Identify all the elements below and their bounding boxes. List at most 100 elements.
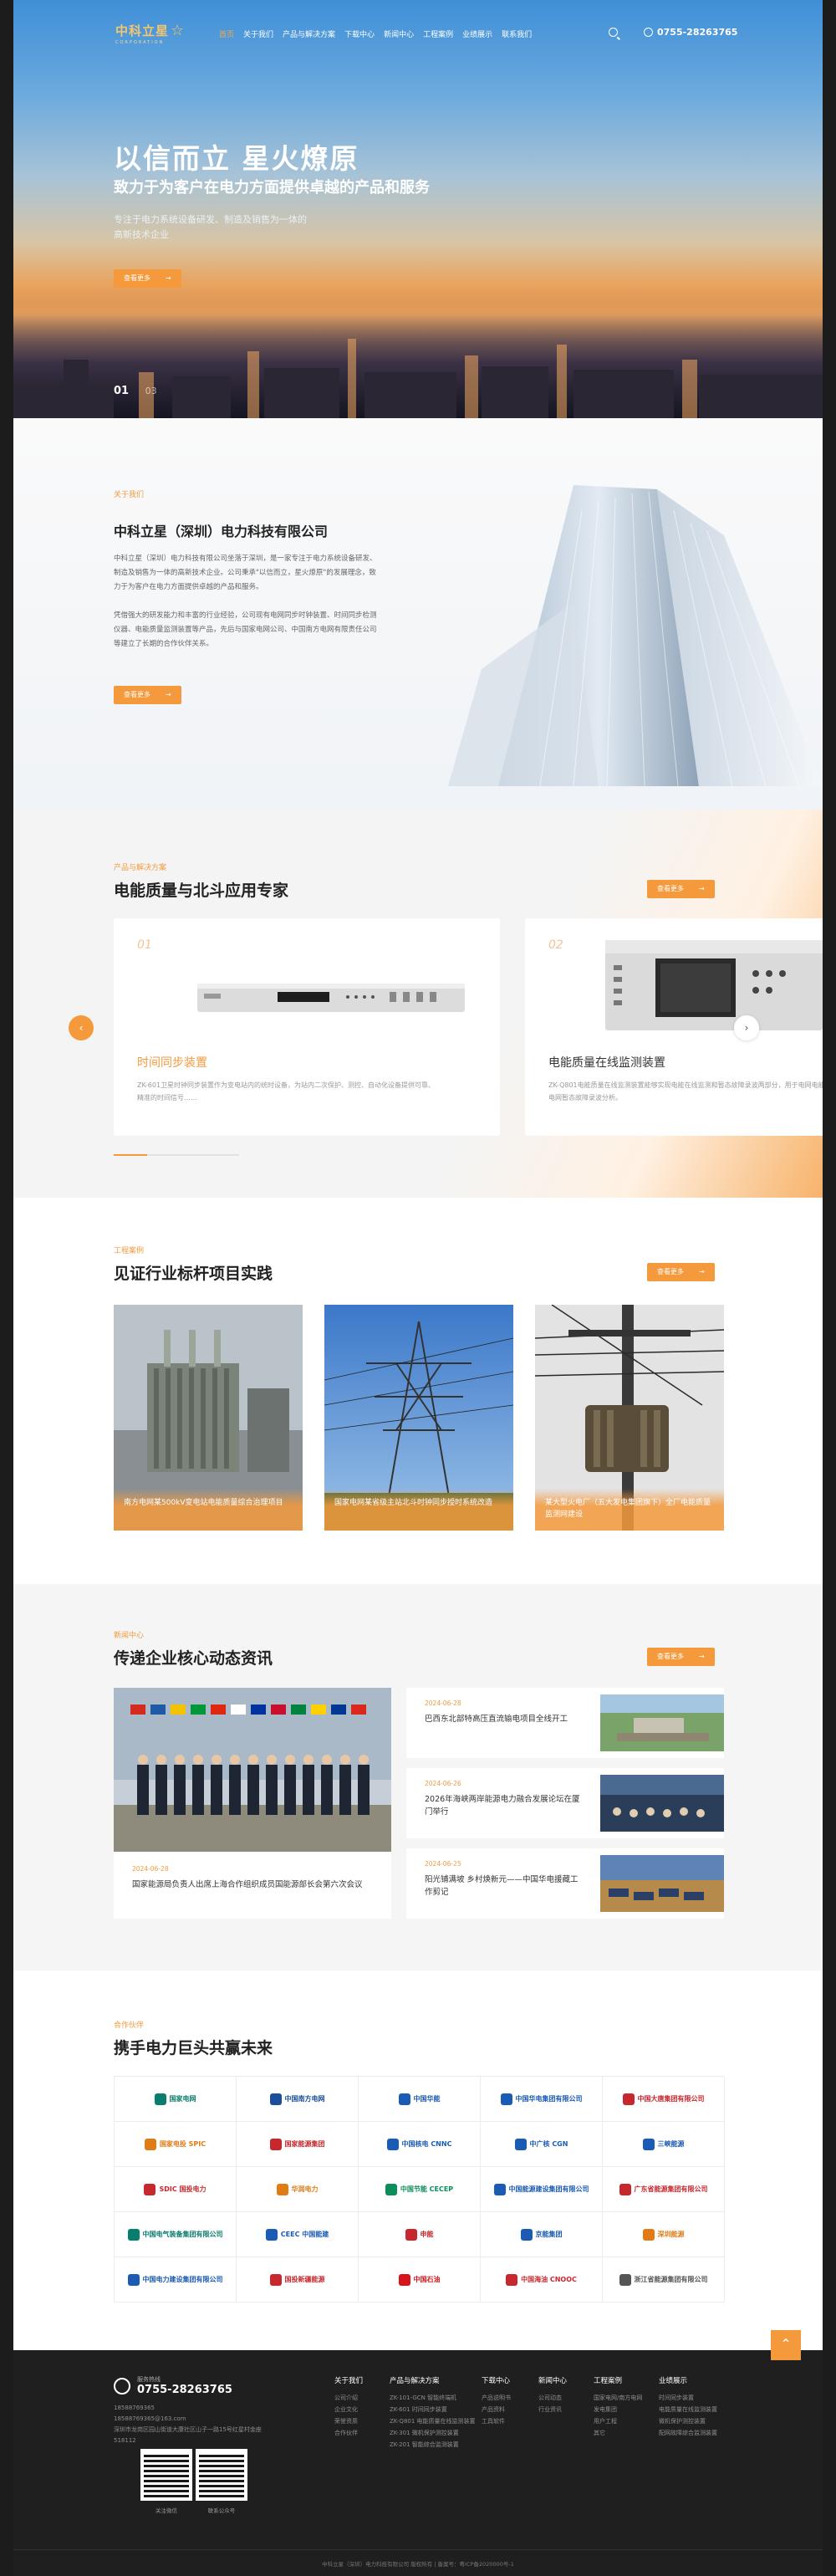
carousel-prev-button[interactable]: ‹: [69, 1015, 94, 1040]
news-more-button[interactable]: 查看更多: [647, 1648, 715, 1666]
partners-logo-grid: 国家电网 中国南方电网 中国华能 中国华电集团有限公司 中国大唐集团有限公司 国家电投 S…: [114, 2076, 725, 2303]
hero-desc-line2: 高新技术企业: [114, 229, 169, 240]
nav-news[interactable]: 新闻中心: [384, 28, 414, 39]
nav-cases[interactable]: 工程案例: [423, 28, 453, 39]
hero-pager[interactable]: 01 03: [114, 385, 157, 397]
partners-title: 携手电力巨头共赢未来: [114, 2039, 273, 2057]
nav-contact[interactable]: 联系我们: [502, 28, 532, 39]
footer-link[interactable]: 合作伙伴: [334, 2427, 363, 2439]
footer-col-title[interactable]: 关于我们: [334, 2375, 363, 2387]
partner-logo-text: 国家电投 SPIC: [159, 2140, 206, 2148]
footer-link[interactable]: 荣誉资质: [334, 2415, 363, 2427]
partner-logo-text: 中国华电集团有限公司: [515, 2095, 583, 2103]
nav-products[interactable]: 产品与解决方案: [283, 28, 335, 39]
footer-link[interactable]: 产品资料: [482, 2404, 511, 2415]
partner-logo-text: 国家电网: [169, 2095, 196, 2103]
products-eyebrow: 产品与解决方案: [114, 864, 167, 872]
partner-logo: 中国南方电网: [237, 2077, 359, 2122]
nav-download[interactable]: 下载中心: [344, 28, 375, 39]
partner-logo-text: 中广核 CGN: [529, 2140, 568, 2148]
product-desc: ZK-601卫星时钟同步装置作为变电站内的统时设备，为站内二次保护、测控、自动化…: [137, 1081, 436, 1101]
footer-link[interactable]: 用户工程: [594, 2415, 642, 2427]
cases-more-button[interactable]: 查看更多: [647, 1263, 715, 1281]
footer-link[interactable]: 其它: [594, 2427, 642, 2439]
footer-link[interactable]: 企业文化: [334, 2404, 363, 2415]
footer-link[interactable]: 产品说明书: [482, 2392, 511, 2404]
search-icon[interactable]: [609, 28, 618, 37]
partner-logo: 中国核电 CNNC: [359, 2122, 481, 2167]
partners-eyebrow: 合作伙伴: [114, 2021, 145, 2030]
qr2-label: 联系公众号: [207, 2507, 236, 2514]
partner-logo-text: 中国节能 CECEP: [400, 2185, 454, 2193]
nav-achievements[interactable]: 业绩展示: [462, 28, 492, 39]
partner-logo: 国家电投 SPIC: [115, 2122, 237, 2167]
footer-col-cases: 工程案例 国家电网/南方电网 发电集团 用户工程 其它: [594, 2375, 642, 2439]
main-nav: 首页 关于我们 产品与解决方案 下载中心 新闻中心 工程案例 业绩展示 联系我们: [219, 28, 532, 39]
product-card[interactable]: 02 电能质量在线监测装置 ZK-Q801电能质量在线监测装置能够实现电能在线监…: [525, 918, 823, 1136]
partner-logo-mark: [619, 2273, 631, 2286]
footer-link[interactable]: 时间同步装置: [659, 2392, 717, 2404]
footer-link[interactable]: 公司介绍: [334, 2392, 363, 2404]
footer-col-title[interactable]: 下载中心: [482, 2375, 511, 2387]
partner-logo: 中国石油: [359, 2257, 481, 2303]
footer-link[interactable]: 国家电网/南方电网: [594, 2392, 642, 2404]
featured-news-card[interactable]: 2024-06-28 国家能源局负责人出席上海合作组织成员国能源部长会第六次会议: [114, 1688, 391, 1919]
chevron-left-icon: ‹: [79, 1022, 84, 1034]
case-card[interactable]: 南方电网某500kV变电站电能质量综合治理项目: [114, 1305, 303, 1531]
partner-logo: 中国电力建设集团有限公司: [115, 2257, 237, 2303]
footer-link[interactable]: 微机保护测控装置: [659, 2415, 717, 2427]
skyscraper-image: [448, 485, 823, 786]
news-title: 巴西东北部特高压直流输电项目全线开工: [425, 1715, 568, 1724]
footer-col-title[interactable]: 产品与解决方案: [390, 2375, 476, 2387]
footer-link[interactable]: 公司动态: [538, 2392, 567, 2404]
footer-contact: 服务热线 0755-28263765 18588769365 185887693…: [114, 2375, 289, 2446]
footer-link[interactable]: 行业资讯: [538, 2404, 567, 2415]
hero-banner: 以信而立 星火燎原 致力于为客户在电力方面提供卓越的产品和服务 专注于电力系统设…: [13, 0, 823, 418]
case-caption: 国家电网某省级主站北斗时钟同步授时系统改造: [324, 1489, 513, 1531]
carousel-progress: [114, 1154, 239, 1156]
site-logo[interactable]: 中科立星 ☆ CORPORATION: [115, 22, 185, 45]
footer-link[interactable]: 电能质量在线监测装置: [659, 2404, 717, 2415]
carousel-next-button[interactable]: ›: [734, 1015, 759, 1040]
product-card[interactable]: 01 时间同步装置 ZK-601卫星时钟同步装置作为变电站内的统时设备，为站内二…: [114, 918, 500, 1136]
nav-home[interactable]: 首页: [219, 28, 234, 39]
products-more-button[interactable]: 查看更多: [647, 880, 715, 898]
footer-link[interactable]: 配网故障综合监测装置: [659, 2427, 717, 2439]
partner-logo-text: 浙江省能源集团有限公司: [634, 2276, 708, 2283]
cases-title: 见证行业标杆项目实践: [114, 1265, 273, 1283]
case-caption: 某大型火电厂（五大发电集团旗下）全厂电能质量监测网建设: [535, 1489, 724, 1531]
footer-link[interactable]: ZK-201 智能综合监测装置: [390, 2439, 476, 2451]
phone-icon: [114, 2377, 130, 2395]
footer-link[interactable]: 发电集团: [594, 2404, 642, 2415]
copyright: 中科立星（深圳）电力科技有限公司 版权所有 | 备案号：粤ICP备2020000…: [322, 2561, 514, 2568]
partner-logo-mark: [127, 2228, 140, 2241]
footer-col-title[interactable]: 新闻中心: [538, 2375, 567, 2387]
footer-col-title[interactable]: 工程案例: [594, 2375, 642, 2387]
case-card[interactable]: 某大型火电厂（五大发电集团旗下）全厂电能质量监测网建设: [535, 1305, 724, 1531]
footer-col-title[interactable]: 业绩展示: [659, 2375, 717, 2387]
footer-col-news: 新闻中心 公司动态 行业资讯: [538, 2375, 567, 2415]
footer-link[interactable]: ZK-301 微机保护测控装置: [390, 2427, 476, 2439]
hero-title: 以信而立 星火燎原: [114, 142, 359, 175]
footer-link[interactable]: ZK-Q801 电能质量在线监测装置: [390, 2415, 476, 2427]
news-eyebrow: 新闻中心: [114, 1632, 145, 1640]
featured-news-date: 2024-06-28: [132, 1865, 169, 1873]
news-item[interactable]: 2024-06-28 巴西东北部特高压直流输电项目全线开工: [406, 1688, 724, 1758]
partner-logo: 深圳能源: [603, 2212, 725, 2257]
footer-link[interactable]: 工具软件: [482, 2415, 511, 2427]
news-item[interactable]: 2024-06-26 2026年海峡两岸能源电力融合发展论坛在厦门举行: [406, 1768, 724, 1838]
about-section: 关于我们 中科立星（深圳）电力科技有限公司 中科立星（深圳）电力科技有限公司坐落…: [13, 418, 823, 810]
hero-more-button[interactable]: 查看更多: [114, 269, 181, 288]
partner-logo-text: 中国核电 CNNC: [401, 2140, 452, 2148]
partner-logo-mark: [386, 2138, 399, 2150]
about-more-button[interactable]: 查看更多: [114, 686, 181, 704]
news-item[interactable]: 2024-06-25 阳光铺满坡 乡村焕新元——中国华电援藏工作剪记: [406, 1848, 724, 1919]
nav-about[interactable]: 关于我们: [243, 28, 273, 39]
footer-link[interactable]: ZK-601 时间同步装置: [390, 2404, 476, 2415]
partner-logo-text: 中国海油 CNOOC: [521, 2276, 577, 2283]
footer-link[interactable]: ZK-101-GCN 智能终端机: [390, 2392, 476, 2404]
case-card[interactable]: 国家电网某省级主站北斗时钟同步授时系统改造: [324, 1305, 513, 1531]
case-caption: 南方电网某500kV变电站电能质量综合治理项目: [114, 1489, 303, 1531]
back-to-top-button[interactable]: ⌃: [771, 2330, 801, 2360]
featured-news-title: 国家能源局负责人出席上海合作组织成员国能源部长会第六次会议: [132, 1880, 363, 1889]
